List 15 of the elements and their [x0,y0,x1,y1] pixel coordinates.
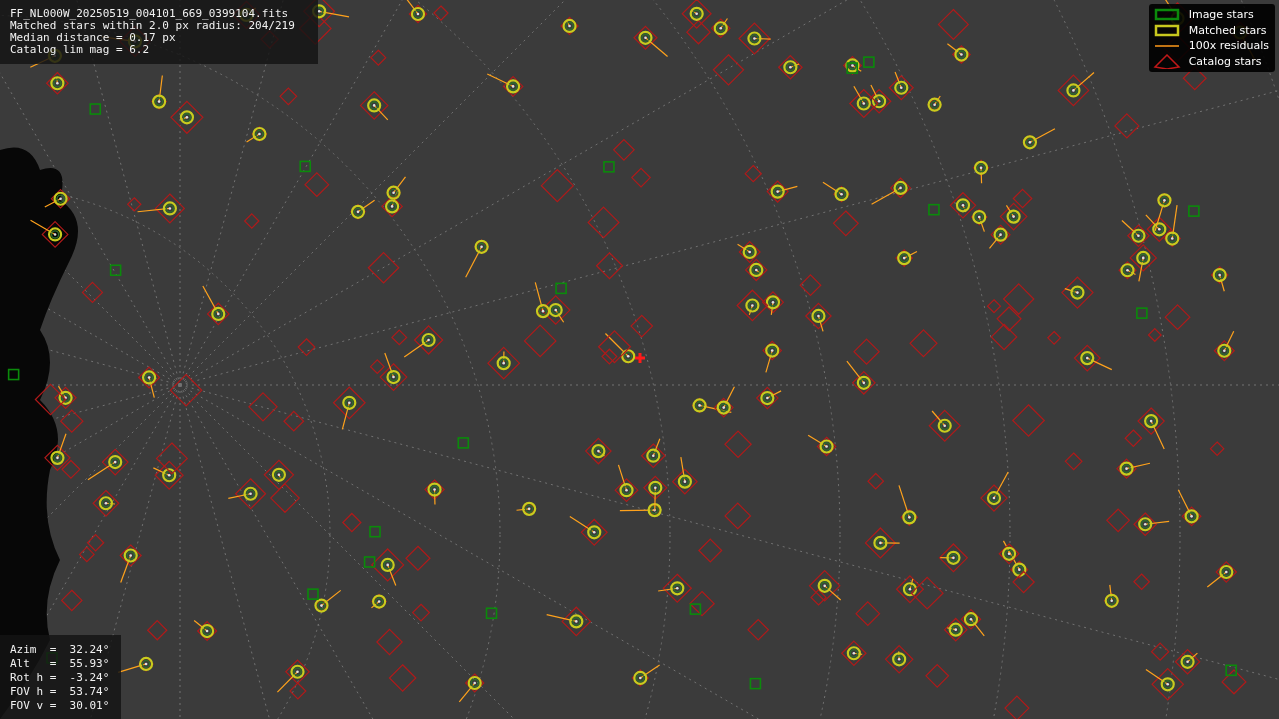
pointing-line: FOV v = 30.01° [10,699,110,713]
info-line: Catalog lim mag = 6.2 [10,44,151,56]
line-icon [1152,44,1181,47]
legend-label: Image stars [1188,8,1254,22]
legend-label: 100x residuals [1188,39,1269,53]
rectangle-outline-icon [1152,22,1181,38]
info-line: Matched stars within 2.0 px radius: 204/219 [10,20,296,32]
info-line: Median distance = 0.17 px [10,32,177,44]
pointing-line: Rot h = -3.24° [10,671,110,685]
pointing-line: FOV h = 53.74° [10,685,110,699]
pointing-line: Azim = 32.24° [10,643,110,657]
legend-label: Catalog stars [1188,54,1262,68]
pointing-line: Alt = 55.93° [10,657,110,671]
info-line: FF_NL000W_20250519_004101_669_0399104.fits [10,8,290,20]
legend-label: Matched stars [1188,23,1267,37]
